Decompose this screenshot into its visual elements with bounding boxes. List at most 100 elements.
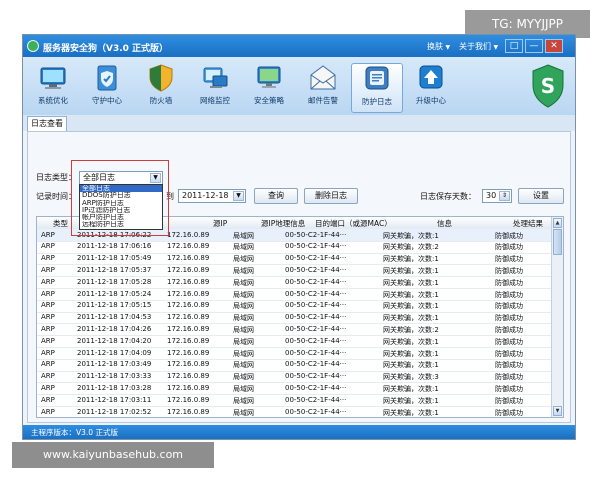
cell-port: 00-50-C2-1F-44··· <box>285 348 347 357</box>
log-type-select[interactable]: 全部日志 ▼ <box>79 171 163 185</box>
toolbar-item-security-policy[interactable]: 安全策略 <box>243 63 295 113</box>
cell-geo: 局域网 <box>233 325 254 334</box>
upgrade-icon <box>419 65 443 89</box>
cell-ip: 172.16.0.89 <box>167 242 210 251</box>
skin-menu[interactable]: 换肤 ▼ <box>427 41 450 52</box>
cell-result: 防御成功 <box>495 290 523 299</box>
cell-result: 防御成功 <box>495 255 523 264</box>
toolbar-item-mail-alert[interactable]: 邮件告警 <box>297 63 349 113</box>
cell-ip: 172.16.0.89 <box>167 360 210 369</box>
cell-info: 网关欺骗，次数:1 <box>383 337 439 346</box>
dropdown-option-arp[interactable]: ARP防护日志 <box>80 200 162 207</box>
cell-result: 防御成功 <box>495 243 523 252</box>
cell-type: ARP <box>41 254 55 263</box>
dropdown-option-account[interactable]: 帐户防护日志 <box>80 214 162 221</box>
cell-port: 00-50-C2-1F-44··· <box>285 324 347 333</box>
computer-optimize-icon <box>40 67 66 89</box>
cell-ip: 172.16.0.89 <box>167 277 210 286</box>
cell-geo: 局域网 <box>233 408 254 417</box>
cell-ip: 172.16.0.89 <box>167 372 210 381</box>
cell-geo: 局域网 <box>233 361 254 370</box>
cell-ip: 172.16.0.89 <box>167 395 210 404</box>
toolbar-item-system-optimize[interactable]: 系统优化 <box>27 63 79 113</box>
cell-result: 防御成功 <box>495 337 523 346</box>
vertical-scrollbar[interactable]: ▲ ▼ <box>551 217 563 417</box>
col-dest-port-header[interactable]: 目的端口（或源MAC） <box>315 218 392 229</box>
cell-port: 00-50-C2-1F-44··· <box>285 383 347 392</box>
col-type-header[interactable]: 类型 <box>53 218 68 229</box>
cell-port: 00-50-C2-1F-44··· <box>285 254 347 263</box>
spinner-arrows-icon[interactable]: ⇕ <box>499 191 510 201</box>
col-result-header[interactable]: 处理结果 <box>513 218 543 229</box>
cell-port: 00-50-C2-1F-44··· <box>285 336 347 345</box>
main-toolbar: 系统优化 守护中心 防火墙 网络监控 安全策略 邮件告警 防护日志 升级中心 S <box>23 57 575 116</box>
dropdown-option-remote[interactable]: 远程防护日志 <box>80 221 162 228</box>
about-menu[interactable]: 关于我们 ▼ <box>459 41 498 52</box>
cell-time: 2011-12-18 17:05:37 <box>77 265 152 274</box>
cell-result: 防御成功 <box>495 314 523 323</box>
cell-port: 00-50-C2-1F-44··· <box>285 301 347 310</box>
app-logo-icon <box>27 40 39 52</box>
cell-info: 网关欺骗，次数:1 <box>383 290 439 299</box>
cell-time: 2011-12-18 17:06:16 <box>77 242 152 251</box>
cell-ip: 172.16.0.89 <box>167 383 210 392</box>
cell-ip: 172.16.0.89 <box>167 336 210 345</box>
dropdown-option-ddos[interactable]: DDOS防护日志 <box>80 192 162 199</box>
cell-result: 防御成功 <box>495 373 523 382</box>
col-source-ip-header[interactable]: 源IP <box>213 218 227 229</box>
cell-type: ARP <box>41 242 55 251</box>
dropdown-option-ip-filter[interactable]: IP过滤防护日志 <box>80 207 162 214</box>
network-monitor-icon <box>203 67 228 88</box>
cell-result: 防御成功 <box>495 408 523 417</box>
end-date-picker[interactable]: 2011-12-18 ▼ <box>178 189 246 203</box>
toolbar-item-network-monitor[interactable]: 网络监控 <box>189 63 241 113</box>
dropdown-option-all[interactable]: 全部日志 <box>80 185 162 193</box>
tab-log-view[interactable]: 日志查看 <box>27 116 67 131</box>
toolbar-item-guard-center[interactable]: 守护中心 <box>81 63 133 113</box>
cell-time: 2011-12-18 17:04:20 <box>77 336 152 345</box>
cell-result: 防御成功 <box>495 278 523 287</box>
cell-ip: 172.16.0.89 <box>167 313 210 322</box>
cell-geo: 局域网 <box>233 278 254 287</box>
delete-log-button[interactable]: 删除日志 <box>304 188 358 204</box>
cell-port: 00-50-C2-1F-44··· <box>285 372 347 381</box>
close-button[interactable]: ✕ <box>545 39 563 53</box>
cell-type: ARP <box>41 289 55 298</box>
retention-days-spinner[interactable]: 30 ⇕ <box>482 189 512 203</box>
toolbar-item-protection-log[interactable]: 防护日志 <box>351 63 403 113</box>
col-info-header[interactable]: 信息 <box>437 218 452 229</box>
cell-type: ARP <box>41 336 55 345</box>
table-row[interactable]: ARP 2011-12-18 17:02:52 172.16.0.89 局域网 00-5… <box>37 406 553 417</box>
cell-time: 2011-12-18 17:05:49 <box>77 254 152 263</box>
restore-button[interactable]: □ <box>505 39 523 53</box>
settings-button[interactable]: 设置 <box>518 188 564 204</box>
toolbar-item-firewall[interactable]: 防火墙 <box>135 63 187 113</box>
cell-result: 防御成功 <box>495 302 523 311</box>
cell-geo: 局域网 <box>233 314 254 323</box>
shield-center-icon <box>97 65 117 91</box>
cell-time: 2011-12-18 17:05:15 <box>77 301 152 310</box>
cell-geo: 局域网 <box>233 290 254 299</box>
query-button[interactable]: 查询 <box>254 188 298 204</box>
minimize-button[interactable]: — <box>525 39 543 53</box>
cell-type: ARP <box>41 360 55 369</box>
cell-geo: 局域网 <box>233 243 254 252</box>
scroll-thumb[interactable] <box>553 229 562 255</box>
window-title: 服务器安全狗（V3.0 正式版） <box>43 44 169 54</box>
scroll-down-icon[interactable]: ▼ <box>553 406 562 416</box>
watermark-bottom: www.kaiyunbasehub.com <box>12 442 214 468</box>
col-geo-header[interactable]: 源IP地理信息 <box>261 218 305 229</box>
cell-port: 00-50-C2-1F-44··· <box>285 289 347 298</box>
cell-type: ARP <box>41 372 55 381</box>
cell-result: 防御成功 <box>495 396 523 405</box>
cell-geo: 局域网 <box>233 337 254 346</box>
cell-type: ARP <box>41 265 55 274</box>
cell-port: 00-50-C2-1F-44··· <box>285 277 347 286</box>
toolbar-item-upgrade-center[interactable]: 升级中心 <box>405 63 457 113</box>
cell-info: 网关欺骗，次数:1 <box>383 231 439 240</box>
cell-info: 网关欺骗，次数:1 <box>383 361 439 370</box>
scroll-up-icon[interactable]: ▲ <box>553 218 562 228</box>
cell-info: 网关欺骗，次数:1 <box>383 349 439 358</box>
cell-port: 00-50-C2-1F-44··· <box>285 407 347 416</box>
cell-result: 防御成功 <box>495 231 523 240</box>
